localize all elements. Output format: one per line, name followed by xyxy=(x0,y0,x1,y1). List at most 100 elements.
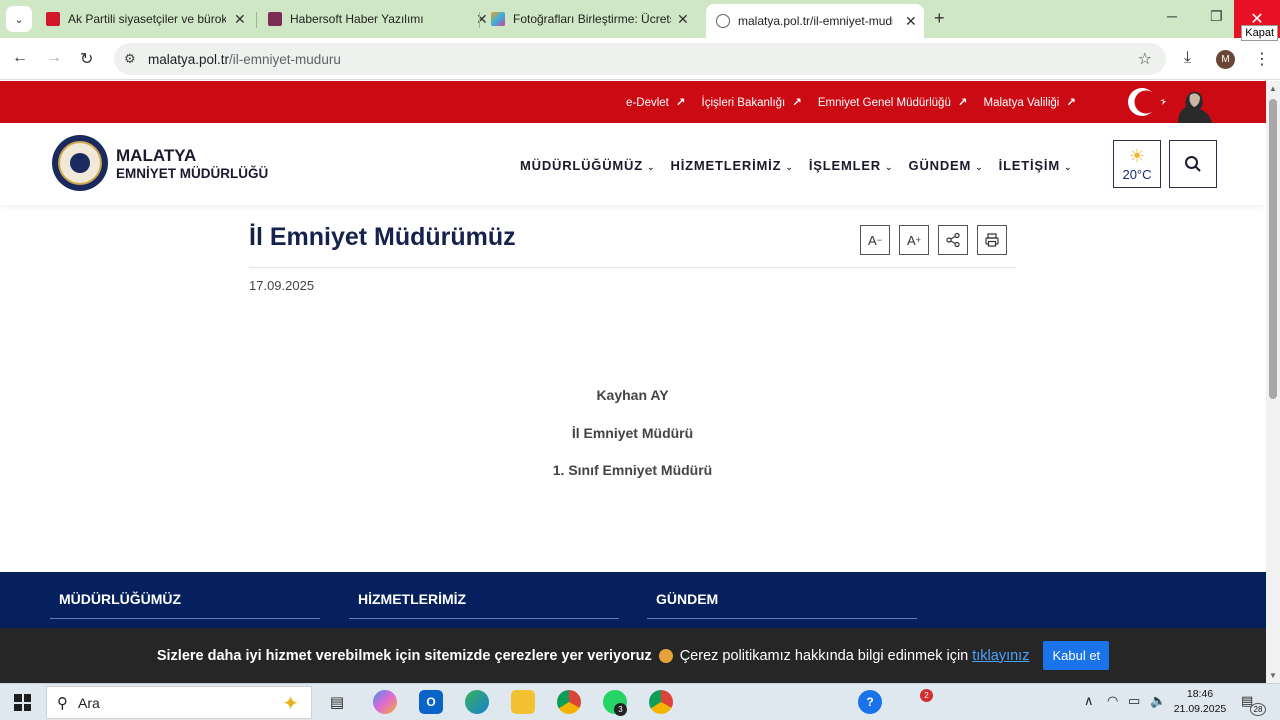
new-tab-plus-icon[interactable]: + xyxy=(934,8,945,29)
scroll-up-arrow-icon[interactable]: ▲ xyxy=(1269,84,1277,93)
scroll-down-arrow-icon[interactable]: ▼ xyxy=(1269,671,1277,680)
search-button[interactable] xyxy=(1169,140,1217,188)
reload-icon[interactable]: ↻ xyxy=(80,49,93,69)
font-decrease-label: A xyxy=(868,232,877,248)
brand-subtitle[interactable]: EMNİYET MÜDÜRLÜĞÜ xyxy=(116,166,268,181)
nav-iletisim[interactable]: İLETİŞİM ⌄ xyxy=(999,158,1072,173)
print-button[interactable] xyxy=(977,225,1007,255)
tab-habersoft[interactable]: Habersoft Haber Yazılımı ✕ xyxy=(268,6,488,32)
volume-icon[interactable]: 🔈 xyxy=(1150,693,1166,709)
police-logo[interactable] xyxy=(52,135,108,191)
tab-favicon-icon xyxy=(46,12,60,26)
battery-icon[interactable]: ▭ xyxy=(1128,693,1140,709)
footer-divider xyxy=(349,618,619,619)
nav-gundem[interactable]: GÜNDEM ⌄ xyxy=(909,158,983,173)
search-icon: ⚲ xyxy=(57,694,68,712)
logo-core xyxy=(70,153,90,173)
tab-fotograflar[interactable]: Fotoğrafları Birleştirme: Ücretsiz ✕ xyxy=(491,6,689,32)
forward-arrow-icon[interactable]: → xyxy=(46,49,62,67)
turkish-flag-ataturk-image xyxy=(1128,88,1212,123)
tab-akparti[interactable]: Ak Partili siyasetçiler ve bürokra ✕ xyxy=(46,6,246,32)
windows-start-button[interactable] xyxy=(14,694,31,711)
chevron-down-icon: ⌄ xyxy=(884,162,893,172)
copilot-app-icon[interactable] xyxy=(373,690,397,714)
nav-mudurlugumuz[interactable]: MÜDÜRLÜĞÜMÜZ ⌄ xyxy=(520,158,655,173)
sun-icon: ☀ xyxy=(1128,145,1146,166)
nav-label: İLETİŞİM xyxy=(998,158,1060,173)
minimize-icon[interactable]: ─ xyxy=(1167,8,1177,24)
tab-favicon-icon xyxy=(491,12,505,26)
url-path: /il-emniyet-muduru xyxy=(229,51,341,67)
profile-avatar[interactable]: M xyxy=(1216,50,1235,69)
tab-close-icon[interactable]: ✕ xyxy=(234,11,246,28)
address-bar[interactable]: ⚙ malatya.pol.tr/il-emniyet-muduru ☆ xyxy=(114,43,1166,75)
external-arrow-icon: ↗ xyxy=(1066,97,1076,109)
browser-toolbar: ← → ↻ ⚙ malatya.pol.tr/il-emniyet-muduru… xyxy=(0,38,1280,80)
link-icisleri[interactable]: İçişleri Bakanlığı ↗ xyxy=(702,95,802,109)
external-arrow-icon: ↗ xyxy=(957,97,968,109)
outlook-app-icon[interactable]: O xyxy=(419,690,443,714)
minus-icon: − xyxy=(876,235,882,245)
director-position: İl Emniyet Müdürü xyxy=(571,425,694,441)
footer-heading-mudurlugumuz: MÜDÜRLÜĞÜMÜZ xyxy=(59,591,182,607)
cookie-policy-link[interactable]: tıklayınız xyxy=(972,648,1029,664)
taskbar-search-placeholder: Ara xyxy=(78,694,100,711)
scrollbar-thumb[interactable] xyxy=(1269,99,1277,399)
close-tooltip: Kapat xyxy=(1241,25,1278,41)
task-view-icon[interactable]: ▤ xyxy=(325,690,349,714)
link-valilik[interactable]: Malatya Valiliği ↗ xyxy=(984,95,1077,109)
edge-app-icon[interactable] xyxy=(465,690,489,714)
globe-icon xyxy=(716,14,730,28)
restore-icon[interactable]: ❐ xyxy=(1210,8,1223,25)
tab-close-icon[interactable]: ✕ xyxy=(905,13,917,30)
nav-hizmetlerimiz[interactable]: HİZMETLERİMİZ ⌄ xyxy=(671,158,793,173)
notification-badge: 2 xyxy=(920,689,933,702)
footer-heading-hizmetlerimiz: HİZMETLERİMİZ xyxy=(358,591,467,607)
publish-date: 17.09.2025 xyxy=(249,278,315,293)
link-label: e-Devlet xyxy=(626,97,669,109)
page-scrollbar[interactable]: ▲ ▼ xyxy=(1266,81,1280,683)
tab-malatya-active[interactable]: malatya.pol.tr/il-emniyet-mudu ✕ xyxy=(706,4,924,38)
chrome-profile-app-icon[interactable] xyxy=(649,690,673,714)
weather-widget[interactable]: ☀ 20°C xyxy=(1113,140,1161,188)
taskbar-search[interactable]: ⚲ Ara ✦ xyxy=(46,686,312,719)
cookie-accept-button[interactable]: Kabul et xyxy=(1043,641,1110,670)
tab-close-icon[interactable]: ✕ xyxy=(476,11,488,28)
tab-title: Fotoğrafları Birleştirme: Ücretsiz xyxy=(513,12,671,26)
browser-menu-icon[interactable]: ⋮ xyxy=(1254,49,1270,69)
download-icon[interactable]: ⤓ xyxy=(1184,49,1191,67)
cookie-emoji-icon xyxy=(658,648,673,663)
nav-islemler[interactable]: İŞLEMLER ⌄ xyxy=(809,158,893,173)
font-decrease-button[interactable]: A − xyxy=(860,225,890,255)
printer-icon xyxy=(985,233,999,247)
url-text: malatya.pol.tr/il-emniyet-muduru xyxy=(148,52,341,67)
back-arrow-icon[interactable]: ← xyxy=(12,49,28,67)
tab-title: Ak Partili siyasetçiler ve bürokra xyxy=(68,12,226,26)
file-explorer-icon[interactable] xyxy=(511,690,535,714)
tab-search-chevron-icon[interactable]: ⌄ xyxy=(6,6,32,32)
help-app-icon[interactable]: ? xyxy=(858,690,882,714)
tray-chevron-up-icon[interactable]: ∧ xyxy=(1084,693,1094,709)
site-footer: MÜDÜRLÜĞÜMÜZ HİZMETLERİMİZ GÜNDEM xyxy=(0,572,1266,632)
browser-tab-strip: ⌄ Ak Partili siyasetçiler ve bürokra ✕ H… xyxy=(0,0,1280,41)
nav-label: GÜNDEM xyxy=(908,158,972,173)
cookie-normal-text: Çerez politikamız hakkında bilgi edinmek… xyxy=(679,647,969,664)
windows-taskbar: ⚲ Ara ✦ ▤ O 3 ? 2 ∧ ◠ ▭ 🔈 18:46 21.09.20… xyxy=(0,683,1280,720)
link-label: İçişleri Bakanlığı xyxy=(701,97,786,109)
tab-close-icon[interactable]: ✕ xyxy=(677,11,689,28)
font-increase-button[interactable]: A + xyxy=(899,225,929,255)
wifi-icon[interactable]: ◠ xyxy=(1107,693,1118,709)
link-label: Malatya Valiliği xyxy=(983,97,1060,109)
taskbar-clock[interactable]: 18:46 21.09.2025 xyxy=(1172,687,1228,717)
share-icon xyxy=(946,232,960,248)
brand-title[interactable]: MALATYA xyxy=(116,146,196,166)
external-arrow-icon: ↗ xyxy=(675,97,686,109)
nav-label: HİZMETLERİMİZ xyxy=(670,158,782,173)
chrome-app-icon[interactable] xyxy=(557,690,581,714)
site-info-icon[interactable]: ⚙ xyxy=(124,51,142,67)
link-edevlet[interactable]: e-Devlet ↗ xyxy=(626,95,685,109)
share-button[interactable] xyxy=(938,225,968,255)
bookmark-star-icon[interactable]: ☆ xyxy=(1138,49,1152,69)
link-egm[interactable]: Emniyet Genel Müdürlüğü ↗ xyxy=(818,95,968,109)
font-increase-label: A xyxy=(907,232,916,248)
